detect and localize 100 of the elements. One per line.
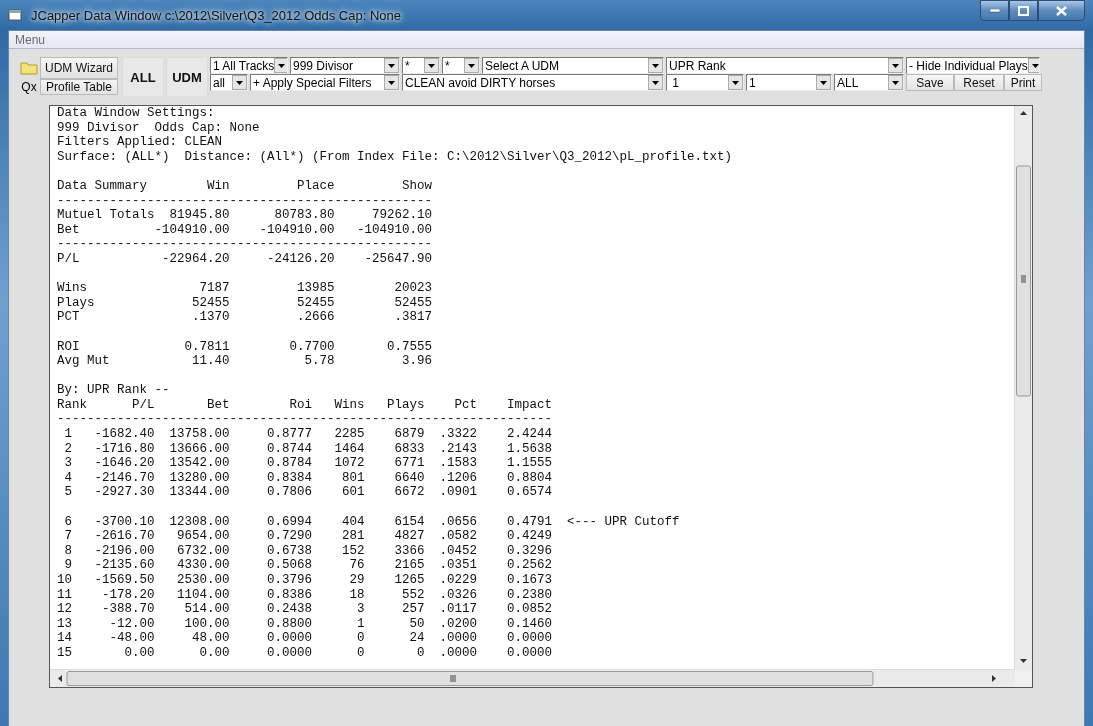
table-cell-text: -178.20 (101, 587, 155, 603)
table-cell-text: 13344.00 (168, 485, 230, 501)
table-cell-text: -22964.20 (161, 251, 230, 267)
all-button[interactable]: ALL (122, 57, 164, 97)
table-cell-text: 5.78 (303, 354, 335, 369)
column-header: Wins (333, 397, 365, 413)
table-cell-text: 48.00 (191, 631, 230, 646)
column-header: Plays (386, 397, 425, 413)
section-title: By: UPR Rank -- (57, 383, 171, 398)
dropdown[interactable]: 999 Divisor (290, 57, 400, 74)
dropdown[interactable]: 1 (746, 74, 832, 91)
table-cell-text: 1072 (333, 456, 365, 471)
dropdown[interactable]: ALL (834, 74, 904, 91)
table-cell-text: 81945.80 (168, 208, 230, 223)
table-cell-text: .0901 (438, 485, 477, 501)
table-cell-text: 4827 (393, 529, 425, 544)
table-cell-text: 0.8744 (266, 441, 312, 457)
table-cell-text: 13758.00 (168, 427, 230, 442)
caret-icon (236, 80, 243, 85)
table-cell-text: 2285 (333, 427, 365, 442)
table-cell-text: 801 (341, 470, 365, 486)
table-cell-text: .0656 (438, 514, 477, 530)
dropdown[interactable]: CLEAN avoid DIRTY horses (402, 74, 664, 91)
column-header: Rank (57, 397, 87, 413)
table-cell-text: 514.00 (183, 602, 230, 617)
toolbar-button[interactable]: Print (1004, 74, 1042, 91)
table-cell-text: 18 (348, 587, 365, 603)
table-cell-text: 9654.00 (176, 529, 230, 544)
table-cell-text: 0.1673 (506, 573, 552, 588)
caret-icon (652, 80, 659, 85)
minimize-button[interactable] (980, 0, 1009, 21)
toolbar-button[interactable]: Reset (954, 74, 1004, 91)
dropdown[interactable]: Select A UDM (482, 57, 664, 74)
table-cell-text: -388.70 (101, 602, 155, 617)
row-label: Wins (57, 281, 88, 296)
caret-icon (278, 63, 286, 68)
dropdown[interactable]: - Hide Individual Plays (906, 57, 1040, 74)
dropdown[interactable]: all (210, 74, 248, 91)
maximize-button[interactable] (1009, 0, 1038, 21)
udm-button[interactable]: UDM (166, 57, 208, 97)
toolbar-button[interactable]: Save (906, 74, 954, 91)
column-header: Bet (206, 397, 230, 413)
table-cell-text: 1104.00 (176, 587, 230, 603)
column-header: Roi (288, 397, 312, 413)
table-cell-text: 0.00 (198, 645, 230, 661)
table-cell-text: 13666.00 (168, 441, 230, 457)
table-cell-text: 0.2438 (266, 602, 312, 617)
table-cell-text: 404 (341, 514, 365, 530)
table-cell-text: 2.4244 (506, 427, 552, 442)
table-cell-text: -12.00 (108, 616, 155, 632)
dropdown[interactable]: 1 (666, 74, 744, 91)
table-cell-text: .0117 (438, 602, 477, 617)
table-cell-text: 0.4249 (506, 529, 552, 544)
table-cell-text: .1370 (191, 310, 230, 325)
caret-icon (732, 80, 739, 85)
vertical-scrollbar[interactable] (1014, 106, 1032, 670)
table-cell-text: 0.0852 (506, 602, 552, 617)
table-cell-text: 601 (341, 485, 365, 501)
table-cell-text: 0.6738 (266, 543, 312, 559)
table-cell-text: 0.5068 (266, 558, 312, 573)
table-cell-text: -2146.70 (93, 470, 155, 486)
table-cell-text: 0.1460 (506, 616, 552, 632)
row-label: PCT (57, 310, 81, 325)
table-cell-text: 0.8804 (506, 470, 552, 486)
table-cell-text: 0.7811 (183, 339, 230, 355)
table-cell-text: -1716.80 (93, 441, 155, 457)
table-cell-text: -1682.40 (93, 427, 155, 442)
dropdown[interactable]: + Apply Special Filters (250, 74, 400, 91)
caret-icon (428, 63, 435, 68)
close-button[interactable] (1038, 0, 1085, 21)
caret-icon (892, 80, 899, 85)
profile-table-button[interactable]: Profile Table (40, 79, 118, 95)
table-cell-text: 52455 (296, 295, 335, 311)
table-cell-text: 0.4791 (506, 514, 552, 530)
row-label: P/L (57, 251, 81, 267)
table-cell-text: 7 (63, 529, 72, 544)
table-cell-text: 152 (341, 543, 365, 559)
table-cell-text: .0229 (438, 573, 477, 588)
table-cell-text: 0.0000 (266, 645, 312, 661)
dropdown[interactable]: * (442, 57, 480, 74)
table-cell-text: 0.00 (123, 645, 155, 661)
table-cell-text: -2196.00 (93, 543, 155, 559)
table-cell-text: -104910.00 (356, 222, 433, 238)
table-cell-text: 9 (63, 558, 72, 573)
caret-icon (820, 80, 827, 85)
dropdown[interactable]: * (402, 57, 440, 74)
table-cell-text: 3.96 (401, 354, 433, 369)
table-cell-text: 6771 (393, 456, 425, 471)
table-cell: 14 (57, 631, 72, 646)
table-cell-text: 29 (348, 573, 365, 588)
dashed-rule: -------------------------------------------------- (57, 237, 434, 252)
table-cell: 11 (57, 587, 72, 603)
dropdown[interactable]: UPR Rank (666, 57, 904, 74)
table-cell: 12 (57, 602, 72, 617)
udm-wizard-button[interactable]: UDM Wizard (40, 57, 118, 79)
table-cell-text: 52455 (191, 295, 230, 311)
dropdown[interactable]: 1 All Tracks (210, 57, 288, 74)
minimize-icon (989, 8, 1000, 13)
close-icon (1056, 5, 1067, 16)
table-cell-text: 79262.10 (371, 208, 433, 223)
